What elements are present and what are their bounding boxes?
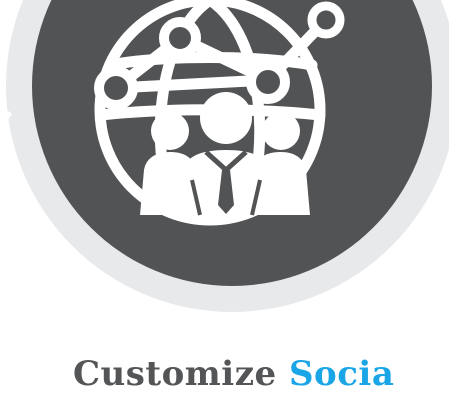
headline: Customize Socia: [73, 354, 394, 394]
network-node: [246, 60, 290, 104]
person-center-head: [200, 92, 252, 144]
person-right-head: [262, 112, 300, 150]
hero-illustration: [0, 0, 449, 312]
headline-primary-text: Customize: [73, 354, 277, 394]
network-node: [307, 1, 345, 39]
network-node: [159, 17, 201, 59]
person-left-head: [151, 112, 189, 150]
network-node: [94, 66, 138, 110]
headline-accent-text: Socia: [288, 354, 395, 394]
